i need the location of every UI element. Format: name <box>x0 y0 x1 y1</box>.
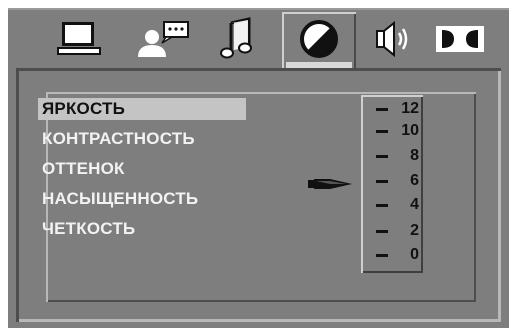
user-speech-icon <box>138 21 189 57</box>
menu-item-hue[interactable]: ОТТЕНОК <box>38 158 246 180</box>
scale-row: 12 <box>361 99 423 119</box>
settings-panel: ЯРКОСТЬ КОНТРАСТНОСТЬ ОТТЕНОК НАСЫЩЕННОС… <box>16 68 501 322</box>
tab-audio[interactable] <box>206 16 270 62</box>
tab-language[interactable] <box>130 16 194 62</box>
tab-dolby[interactable] <box>428 16 492 62</box>
setup-screen: ЯРКОСТЬ КОНТРАСТНОСТЬ ОТТЕНОК НАСЫЩЕННОС… <box>8 8 509 328</box>
scale-tick <box>376 155 388 158</box>
menu-item-saturation[interactable]: НАСЫЩЕННОСТЬ <box>38 188 246 210</box>
scale-tick <box>376 108 388 111</box>
monitor-icon <box>57 22 101 55</box>
scale-value: 0 <box>410 246 419 263</box>
tab-video[interactable] <box>282 12 356 76</box>
level-scale[interactable]: 12 10 8 6 4 2 0 <box>361 95 423 273</box>
scale-value: 10 <box>401 122 419 139</box>
scale-tick <box>376 130 388 133</box>
scale-tick <box>376 180 388 183</box>
scale-value: 12 <box>401 100 419 117</box>
scale-row: 8 <box>361 146 423 166</box>
scale-tick <box>376 230 388 233</box>
scale-row: 2 <box>361 221 423 241</box>
scale-tick <box>376 204 388 207</box>
scale-value: 4 <box>410 196 419 213</box>
scale-value: 6 <box>410 172 419 189</box>
tab-bar <box>8 10 509 76</box>
scale-row-current: 6 <box>361 171 423 191</box>
scale-value: 2 <box>410 222 419 239</box>
scale-tick <box>376 254 388 257</box>
menu-item-contrast[interactable]: КОНТРАСТНОСТЬ <box>38 128 246 150</box>
music-note-icon <box>220 17 252 59</box>
tab-general[interactable] <box>48 16 112 62</box>
scale-row: 10 <box>361 121 423 141</box>
level-pointer-icon <box>308 179 352 189</box>
dolby-icon <box>436 26 484 52</box>
scale-row: 0 <box>361 245 423 265</box>
speaker-icon <box>376 20 408 58</box>
scale-value: 8 <box>410 147 419 164</box>
contrast-circle-icon <box>300 20 338 58</box>
menu-item-sharpness[interactable]: ЧЕТКОСТЬ <box>38 218 246 240</box>
tab-speaker[interactable] <box>360 16 424 62</box>
menu-item-brightness[interactable]: ЯРКОСТЬ <box>38 98 246 120</box>
scale-row: 4 <box>361 195 423 215</box>
